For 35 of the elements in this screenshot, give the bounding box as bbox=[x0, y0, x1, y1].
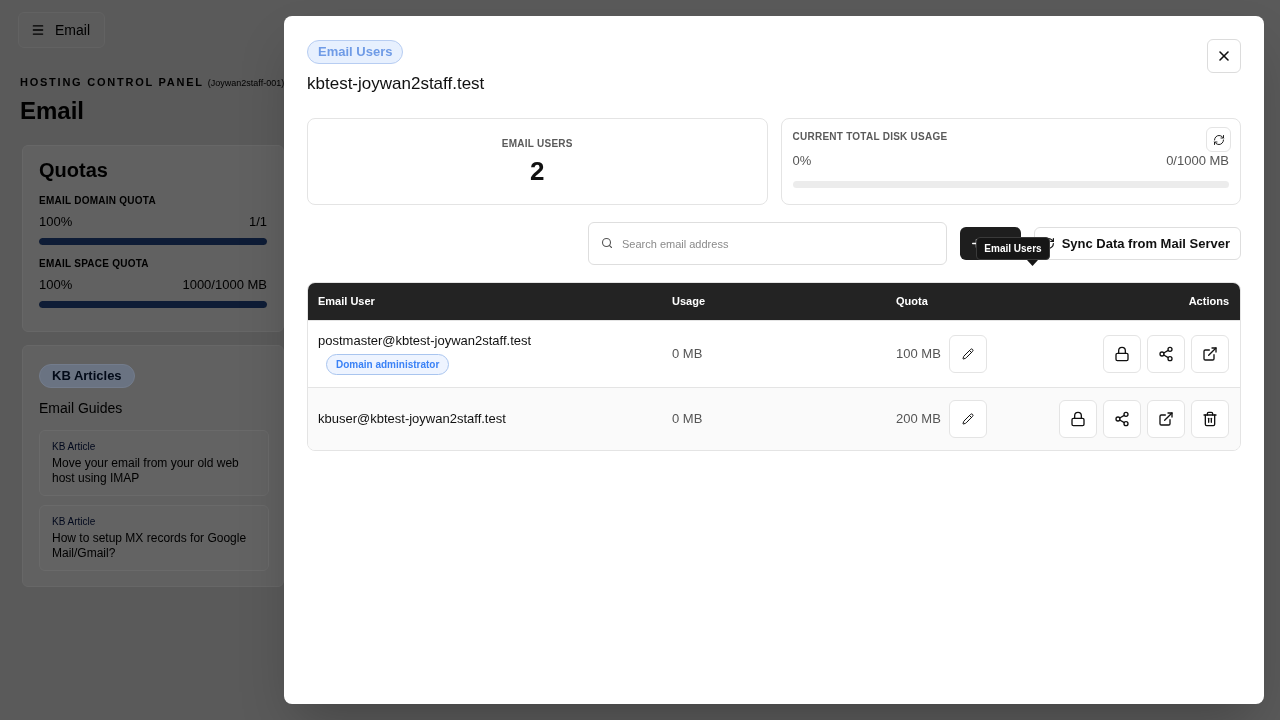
column-header: Actions bbox=[1188, 294, 1229, 310]
usage-percent: 0% bbox=[792, 153, 812, 169]
dialog-title: kbtest-joywan2staff.test bbox=[307, 74, 485, 94]
article-title: How to setup MX records for Google Mail/Gmail? bbox=[52, 531, 248, 561]
column-header: Usage bbox=[672, 294, 706, 310]
article-tag: KB Article bbox=[52, 516, 256, 528]
tooltip: Email Users bbox=[976, 237, 1050, 260]
stat-label: EMAIL USERS bbox=[501, 138, 573, 150]
quota-reading: 1000/1000 MB bbox=[182, 277, 267, 293]
section-badge: Email Users bbox=[307, 40, 404, 64]
role-badge: Domain administrator bbox=[326, 354, 450, 375]
email-address: kbuser@kbtest-joywan2staff.test bbox=[318, 411, 506, 427]
breadcrumb-heading: HOSTING CONTROL PANEL bbox=[20, 76, 204, 88]
quota-label: EMAIL DOMAIN QUOTA bbox=[39, 194, 157, 208]
usage-reading: 0/1000 MB bbox=[1166, 153, 1229, 169]
section-title: Email Guides bbox=[39, 399, 123, 417]
quota-reading: 1/1 bbox=[248, 214, 267, 230]
account-name: (Joywan2staff-001) bbox=[207, 78, 285, 88]
card-title: Quotas bbox=[39, 158, 109, 182]
column-header: Quota bbox=[896, 294, 928, 310]
usage-value: 0 MB bbox=[672, 345, 703, 364]
stat-label: CURRENT TOTAL DISK USAGE bbox=[792, 131, 948, 143]
column-header: Email User bbox=[318, 294, 375, 310]
email-address: postmaster@kbtest-joywan2staff.test bbox=[318, 333, 532, 349]
article-tag: KB Article bbox=[52, 441, 256, 453]
stat-value: 2 bbox=[530, 156, 545, 186]
quota-percent: 100% bbox=[39, 277, 73, 293]
usage-value: 0 MB bbox=[672, 410, 703, 429]
article-title: Move your email from your old web host using IMAP bbox=[52, 456, 240, 486]
page-title: Email bbox=[20, 97, 86, 125]
quota-percent: 100% bbox=[39, 214, 73, 230]
kb-badge: KB Articles bbox=[39, 364, 135, 388]
quota-value: 100 MB bbox=[896, 345, 941, 364]
quota-value: 200 MB bbox=[896, 410, 941, 429]
quota-label: EMAIL SPACE QUOTA bbox=[39, 257, 150, 271]
